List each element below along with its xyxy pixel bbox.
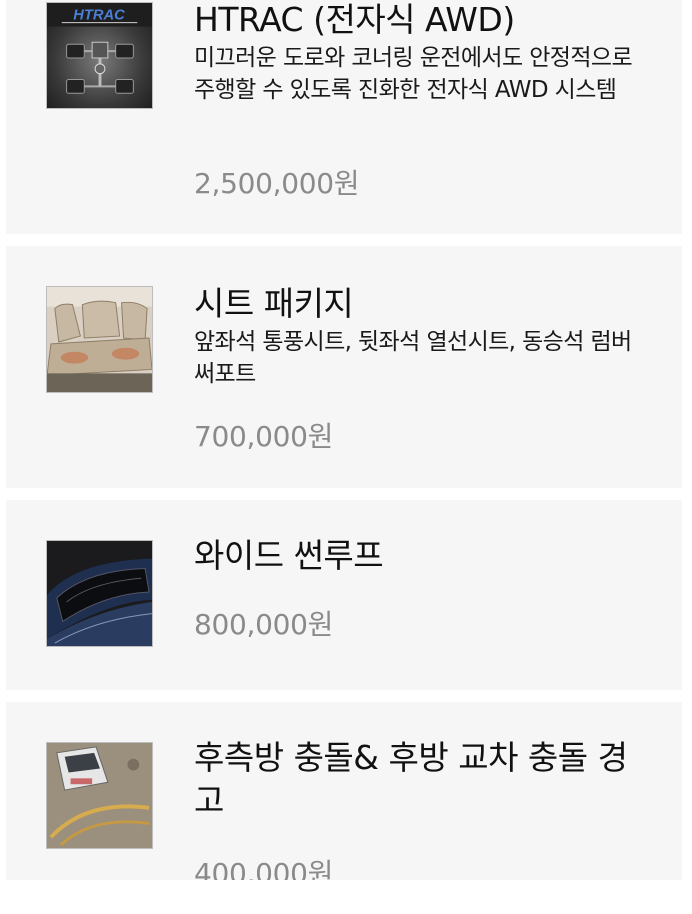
option-price: 2,500,000원 — [194, 167, 360, 200]
htrac-logo-text: HTRAC — [73, 8, 125, 24]
option-description: 앞좌석 통풍시트, 뒷좌석 열선시트, 동승석 럼버써포트 — [194, 329, 632, 387]
parking-car-image — [47, 743, 152, 848]
option-card-collision-warning[interactable]: 후측방 충돌& 후방 교차 충돌 경고 400,000원 — [6, 702, 682, 880]
htrac-chassis-image: HTRAC — [47, 3, 152, 108]
options-list: HTRAC HTRAC (전자식 AWD) 미끄러운 도로와 코너링 운전에서도… — [0, 0, 692, 880]
seat-package-thumbnail-image — [46, 286, 153, 393]
option-price: 800,000원 — [194, 608, 334, 641]
option-title: 시트 패키지 — [194, 284, 354, 323]
option-price: 400,000원 — [194, 857, 334, 880]
option-description: 미끄러운 도로와 코너링 운전에서도 안정적으로 주행할 수 있도록 진화한 전… — [194, 45, 633, 103]
htrac-thumbnail-image: HTRAC — [46, 2, 153, 109]
seat-interior-image — [47, 287, 152, 392]
option-card-seat-package[interactable]: 시트 패키지 앞좌석 통풍시트, 뒷좌석 열선시트, 동승석 럼버써포트 700… — [6, 246, 682, 488]
option-title: 후측방 충돌& 후방 교차 충돌 경고 — [194, 738, 628, 820]
option-price: 700,000원 — [194, 420, 334, 453]
option-card-htrac[interactable]: HTRAC HTRAC (전자식 AWD) 미끄러운 도로와 코너링 운전에서도… — [6, 0, 682, 234]
option-title: 와이드 썬루프 — [194, 536, 384, 575]
sunroof-thumbnail-image — [46, 540, 153, 647]
option-title: HTRAC (전자식 AWD) — [194, 0, 515, 39]
sunroof-car-image — [47, 541, 152, 646]
collision-warning-thumbnail-image — [46, 742, 153, 849]
option-card-wide-sunroof[interactable]: 와이드 썬루프 800,000원 — [6, 500, 682, 690]
